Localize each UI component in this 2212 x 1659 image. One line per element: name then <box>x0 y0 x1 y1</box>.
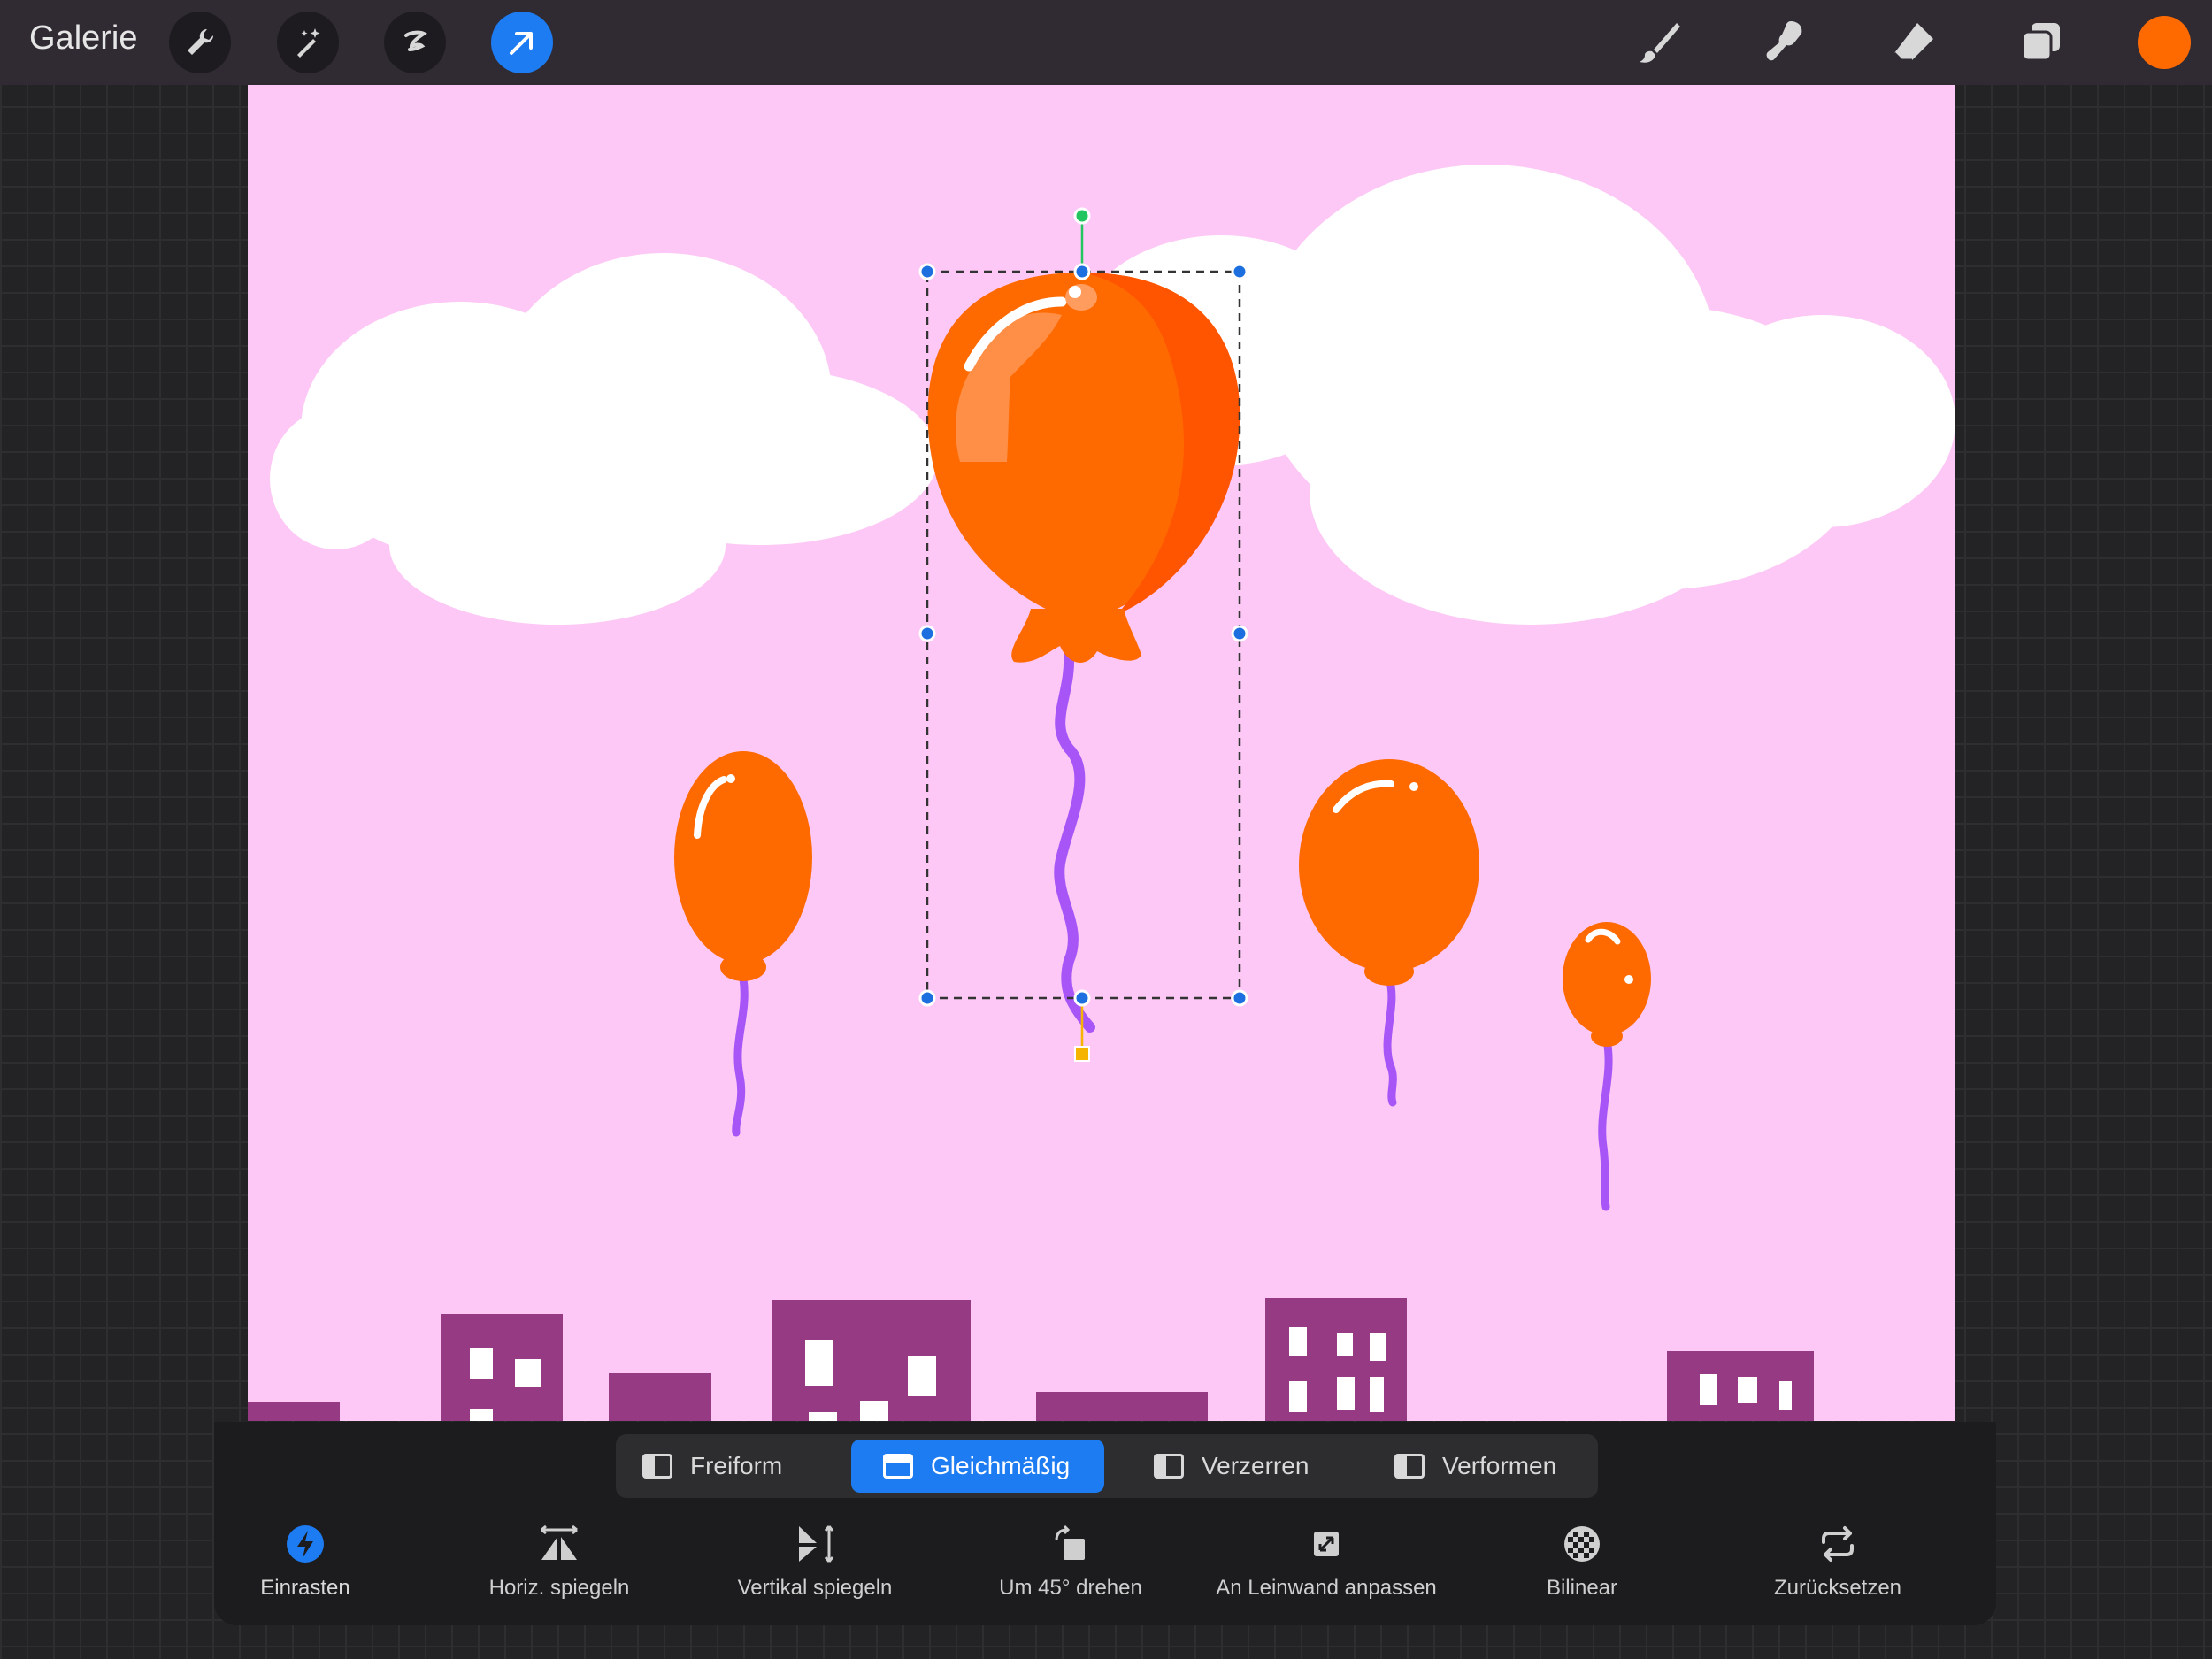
flip-horizontal-button[interactable]: Horiz. spiegeln <box>444 1519 674 1601</box>
fit-to-canvas-icon <box>1305 1523 1348 1565</box>
magic-wand-icon[interactable] <box>277 12 339 73</box>
mode-label: Verformen <box>1442 1452 1556 1480</box>
warp-icon <box>1394 1454 1425 1479</box>
brush-icon[interactable] <box>1631 14 1687 71</box>
transform-panel: Freiform Gleichmäßig Verzerren Verformen… <box>214 1422 1996 1625</box>
transform-actions: Einrasten Horiz. spiegeln Vertikal spieg… <box>214 1519 1996 1617</box>
flip-vertical-button[interactable]: Vertikal spiegeln <box>700 1519 930 1601</box>
interpolation-button[interactable]: Bilinear <box>1467 1519 1697 1601</box>
reset-button[interactable]: Zurücksetzen <box>1723 1519 1953 1601</box>
transform-arrow-icon[interactable] <box>491 12 553 73</box>
layers-icon[interactable] <box>2012 14 2069 71</box>
reset-icon <box>1816 1523 1859 1565</box>
snapping-button[interactable]: Einrasten <box>190 1519 420 1601</box>
gallery-button[interactable]: Galerie <box>29 19 138 58</box>
fit-to-canvas-button[interactable]: An Leinwand anpassen <box>1211 1519 1441 1601</box>
mode-label: Freiform <box>690 1452 782 1480</box>
transform-mode-selector: Freiform Gleichmäßig Verzerren Verformen <box>616 1434 1598 1498</box>
smudge-icon[interactable] <box>1757 14 1814 71</box>
mode-uniform[interactable]: Gleichmäßig <box>851 1440 1104 1493</box>
mode-distort[interactable]: Verzerren <box>1154 1440 1331 1493</box>
distort-icon <box>1154 1454 1184 1479</box>
mode-freeform[interactable]: Freiform <box>642 1440 784 1493</box>
rotation-handle[interactable] <box>1075 209 1089 223</box>
uniform-icon <box>883 1454 913 1479</box>
flip-horizontal-icon <box>538 1523 580 1565</box>
flip-vertical-icon <box>794 1523 836 1565</box>
selection-icon[interactable] <box>384 12 446 73</box>
rotate-45-button[interactable]: Um 45° drehen <box>956 1519 1186 1601</box>
wrench-icon[interactable] <box>169 12 231 73</box>
mode-label: Gleichmäßig <box>931 1452 1070 1480</box>
interpolation-icon <box>1561 1523 1603 1565</box>
mode-label: Verzerren <box>1202 1452 1309 1480</box>
mode-warp[interactable]: Verformen <box>1394 1440 1580 1493</box>
freeform-icon <box>642 1454 672 1479</box>
rotate-45-icon <box>1049 1523 1092 1565</box>
snapping-icon <box>284 1523 326 1565</box>
color-swatch-button[interactable] <box>2138 16 2191 69</box>
pivot-handle[interactable] <box>1075 1047 1089 1061</box>
drawing-canvas[interactable] <box>248 85 1955 1421</box>
eraser-icon[interactable] <box>1886 14 1942 71</box>
top-toolbar: Galerie <box>0 0 2212 85</box>
